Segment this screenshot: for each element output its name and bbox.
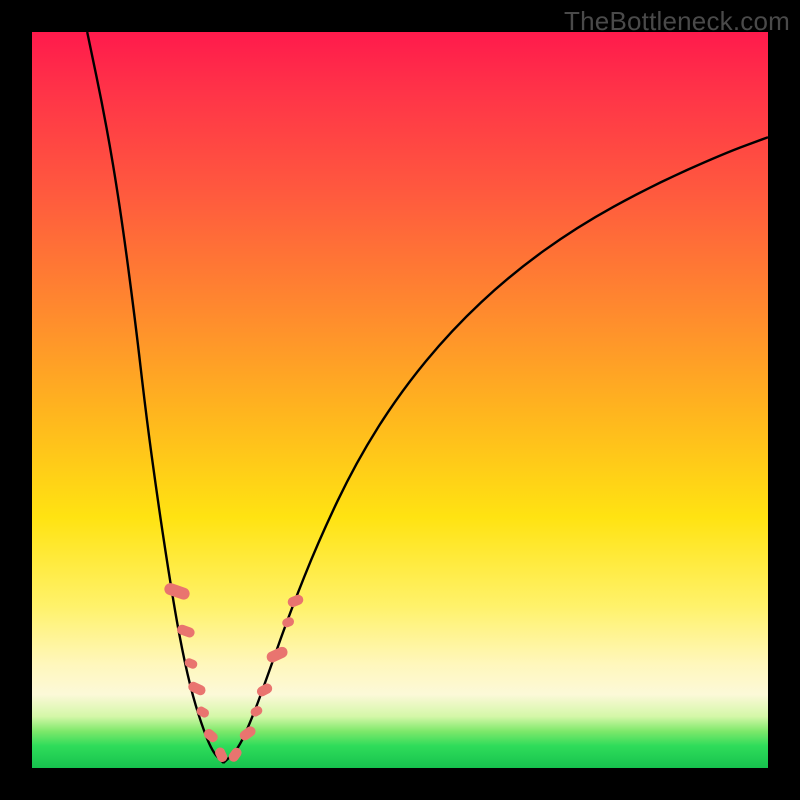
- curve-marker: [163, 581, 191, 601]
- curve-marker: [281, 616, 296, 629]
- curve-right-branch: [223, 137, 768, 763]
- curve-marker: [249, 704, 264, 718]
- curve-marker: [227, 746, 244, 764]
- curve-left-branch: [87, 32, 223, 763]
- outer-frame: TheBottleneck.com: [0, 0, 800, 800]
- watermark-text: TheBottleneck.com: [564, 6, 790, 37]
- curve-group: [87, 32, 768, 763]
- chart-svg: [32, 32, 768, 768]
- plot-area: [32, 32, 768, 768]
- curve-marker: [286, 593, 305, 608]
- marker-group: [163, 581, 305, 763]
